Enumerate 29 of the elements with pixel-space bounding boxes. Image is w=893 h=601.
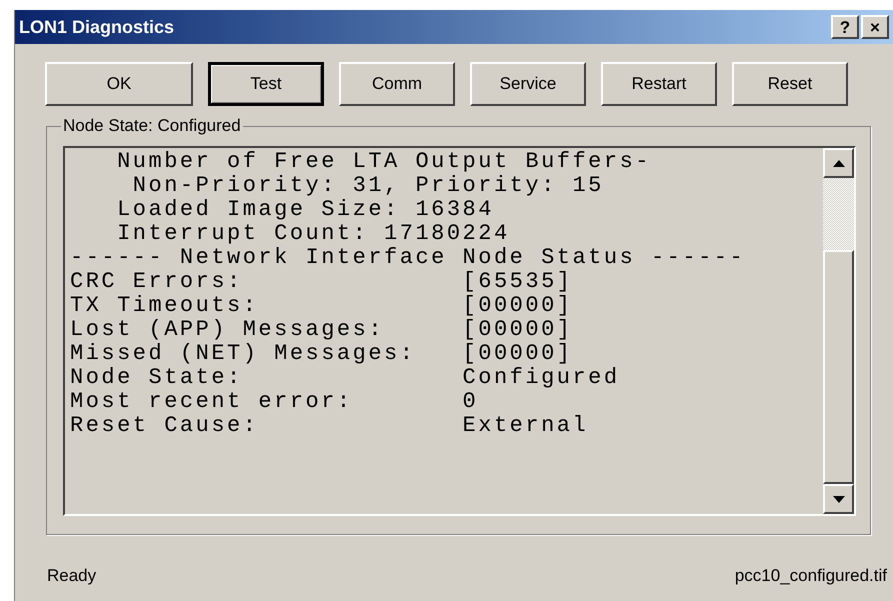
text-line: Loaded Image Size: 16384 (116, 198, 494, 222)
text-line: Interrupt Count: 17180224 (116, 222, 510, 246)
text-line: CRC Errors: [65535] (70, 270, 572, 294)
dialog-button[interactable]: OK (45, 62, 193, 106)
dialog-button[interactable]: Service (470, 62, 586, 106)
scroll-thumb[interactable] (823, 250, 854, 484)
dialog-button[interactable]: Test (208, 62, 324, 106)
text-line: Lost (APP) Messages: [00000] (70, 318, 572, 342)
text-line: TX Timeouts: [00000] (70, 294, 572, 318)
text-line: Reset Cause: External (70, 414, 588, 438)
title-bar-button[interactable]: × (861, 15, 889, 39)
text-line: Number of Free LTA Output Buffers- (116, 150, 651, 174)
scroll-up-button[interactable] (823, 148, 854, 178)
dialog-button[interactable]: Reset (732, 62, 848, 106)
text-line: Node State: Configured (70, 366, 620, 390)
text-line: Non-Priority: 31, Priority: 15 (132, 174, 604, 198)
status-text: Ready (47, 565, 96, 587)
up-arrow-icon (832, 160, 844, 166)
dialog-button[interactable]: Restart (601, 62, 717, 106)
text-line: ------ Network Interface Node Status ------ (70, 246, 746, 270)
text-line: Missed (NET) Messages: [00000] (70, 342, 572, 366)
text-line: Most recent error: 0 (70, 390, 478, 414)
scrollbar[interactable] (823, 148, 854, 514)
scroll-down-button[interactable] (823, 484, 854, 514)
down-arrow-icon (832, 496, 844, 502)
file-name: pcc10_configured.tif (734, 565, 887, 587)
title-bar-button[interactable]: ? (831, 15, 859, 39)
dialog-button[interactable]: Comm (339, 62, 455, 106)
window-title: LON1 Diagnostics (19, 16, 174, 39)
